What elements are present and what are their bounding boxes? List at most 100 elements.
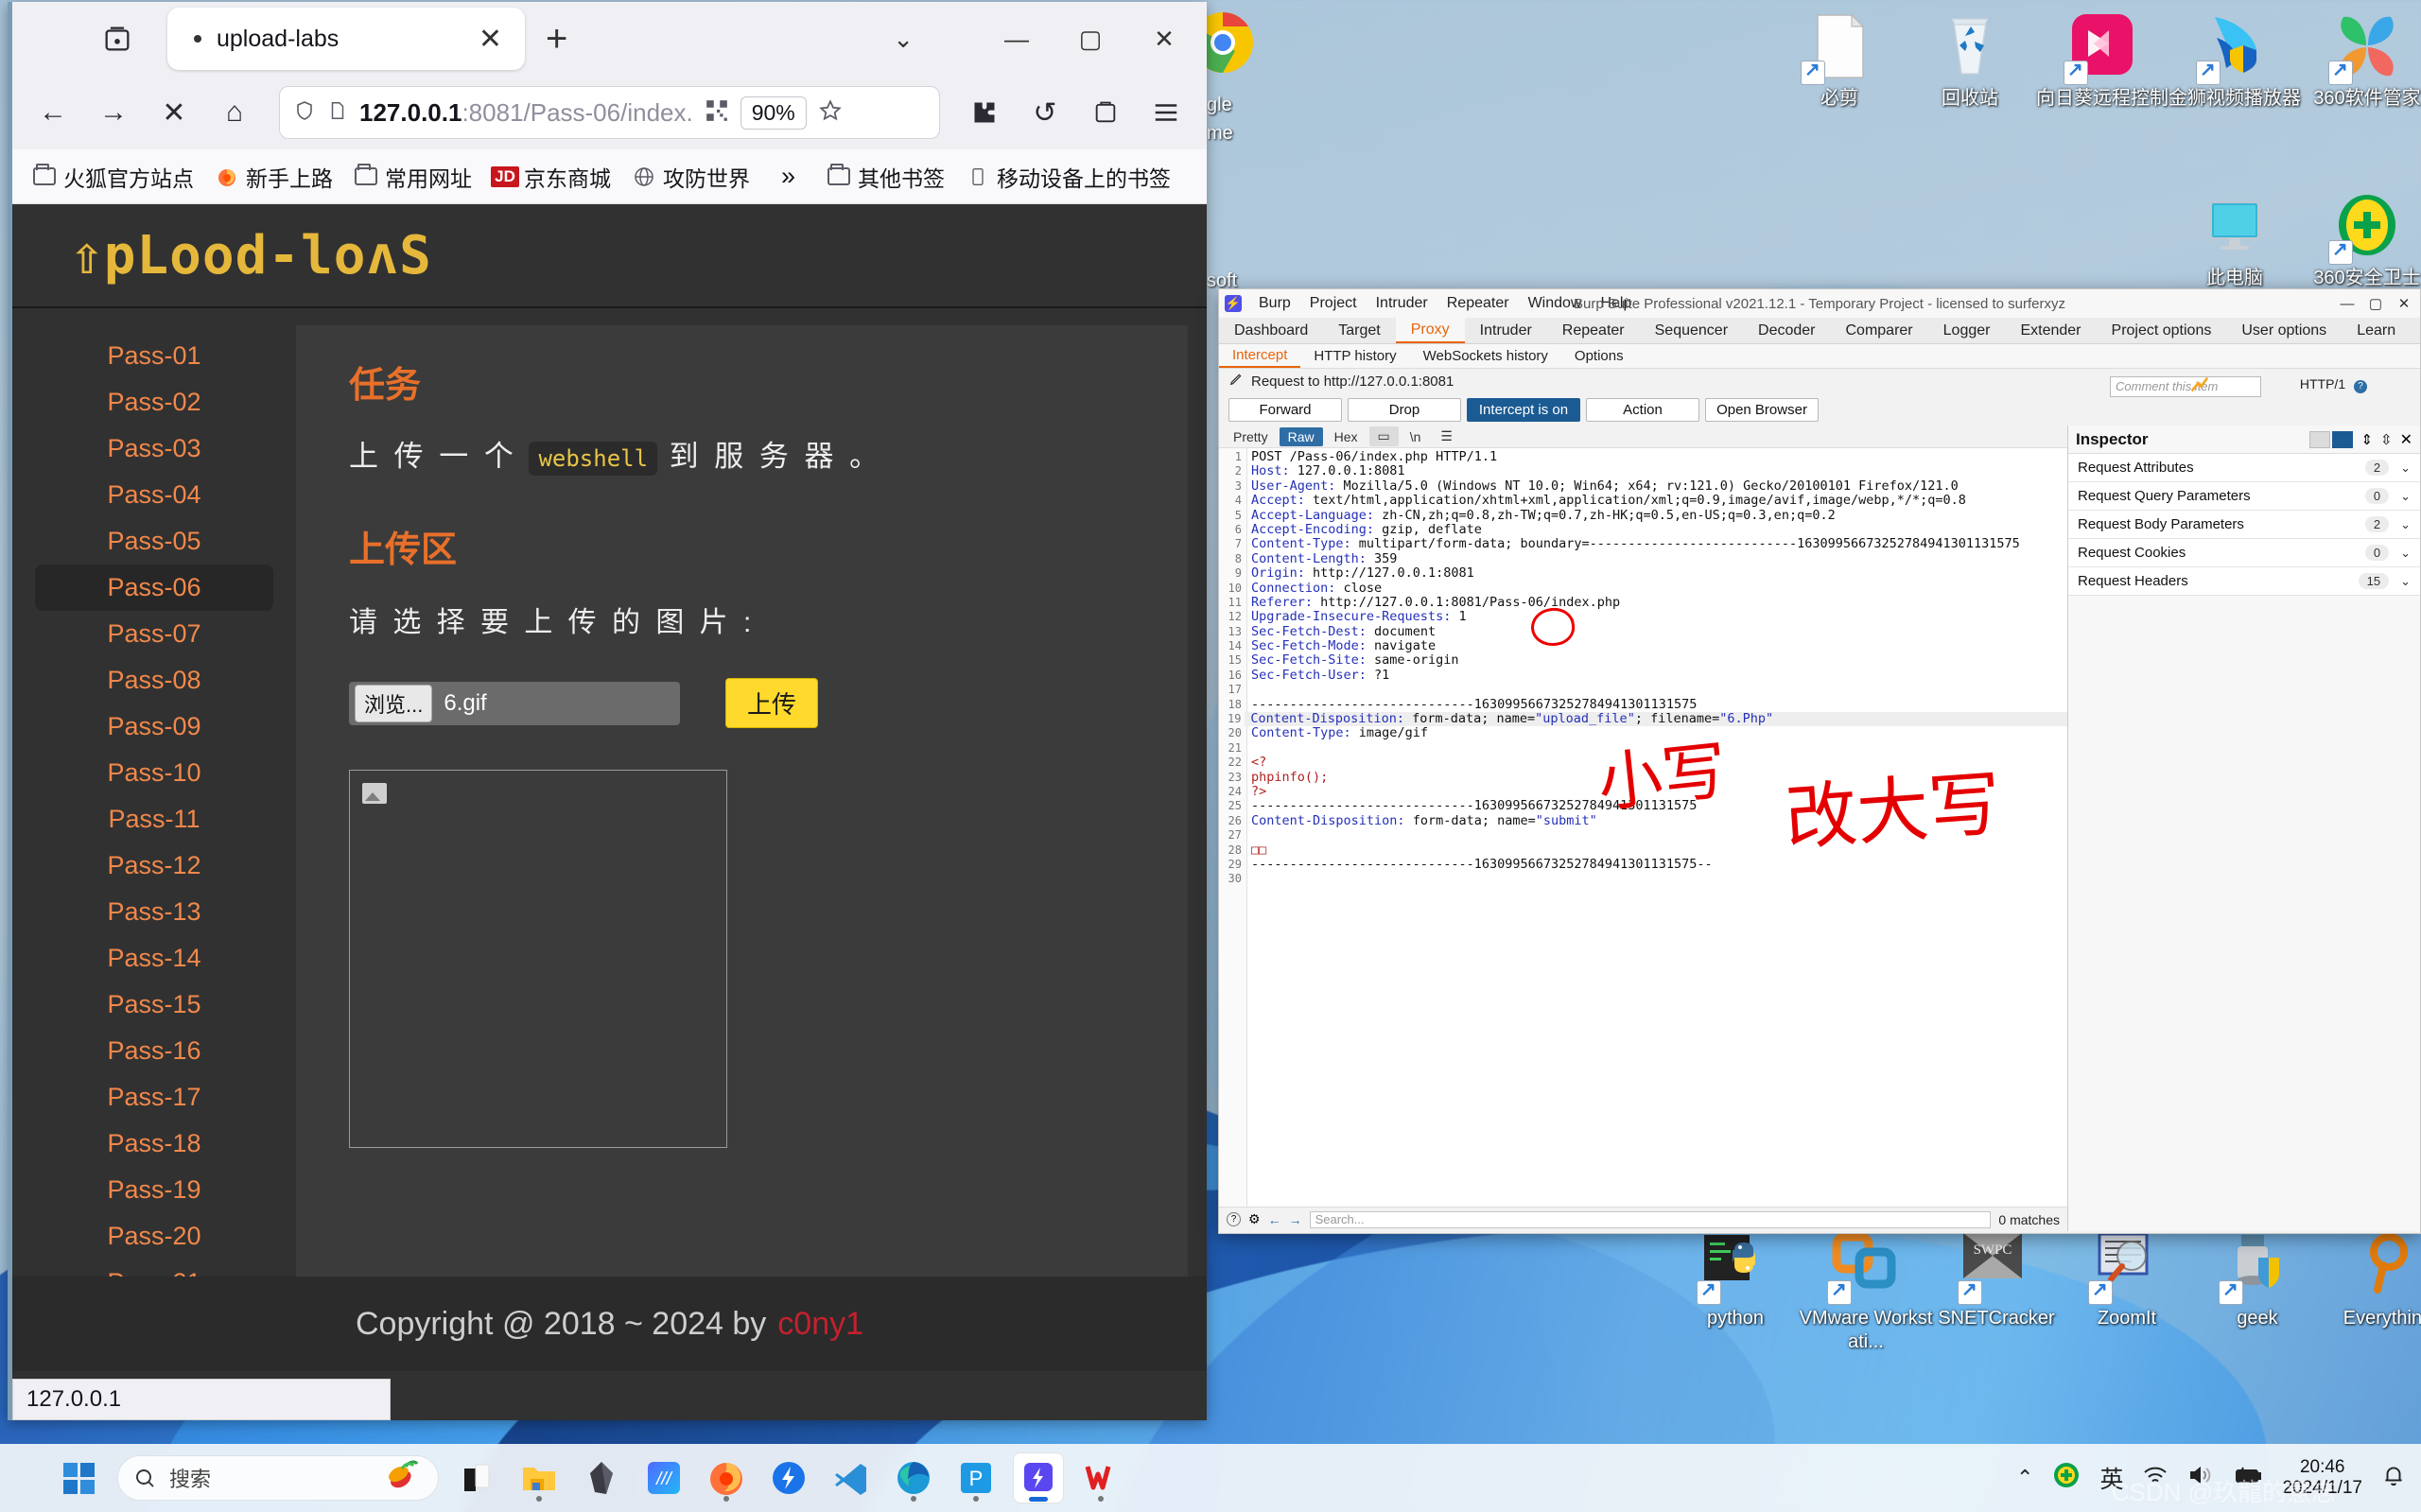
new-tab-icon[interactable]: + [546,18,567,61]
close-window-button[interactable]: ✕ [1129,2,1199,76]
tab-dashboard[interactable]: Dashboard [1219,318,1323,343]
address-bar[interactable]: 127.0.0.1:8081/Pass-06/index. 90% [279,86,940,139]
notifications-bell-icon[interactable] [2381,1463,2406,1493]
inspector-row-request-cookies[interactable]: Request Cookies 0 ⌄ [2068,539,2420,567]
upload-button[interactable]: 上传 [725,678,819,728]
expand-all-icon[interactable]: ⇕ [2360,431,2373,448]
inspector-row-request-attributes[interactable]: Request Attributes 2 ⌄ [2068,454,2420,482]
desktop-icon-recycle-bin[interactable]: 回收站 [1899,9,2041,111]
minimize-button[interactable]: — [982,2,1052,76]
menu-repeater[interactable]: Repeater [1437,293,1519,314]
desktop-icon-vmware[interactable]: VMware Workstati... [1795,1229,1937,1354]
bookmark-item[interactable]: JD 京东商城 [486,158,618,196]
start-button[interactable] [55,1453,104,1503]
menu-intruder[interactable]: Intruder [1367,293,1437,314]
back-icon[interactable]: ← [26,85,80,140]
vscode-icon[interactable] [827,1453,876,1503]
subtab-options[interactable]: Options [1561,344,1637,368]
firefox-window[interactable]: upload-labs ✕ + ⌄ — ▢ ✕ ← → ✕ ⌂ 127.0.0.… [8,2,1207,1420]
inspector-row-request-headers[interactable]: Request Headers 15 ⌄ [2068,567,2420,596]
desktop-icon-everything[interactable]: Everything [2317,1229,2421,1330]
tab-learn[interactable]: Learn [2342,318,2411,343]
chevron-down-icon[interactable]: ⌄ [2400,489,2411,504]
sidebar-item-pass-09[interactable]: Pass-09 [12,704,296,750]
tab-extender[interactable]: Extender [2005,318,2096,343]
edge-icon[interactable] [889,1453,938,1503]
drop-button[interactable]: Drop [1348,397,1461,422]
browse-button[interactable]: 浏览... [355,684,433,722]
sidebar-item-pass-04[interactable]: Pass-04 [12,472,296,518]
tab-repeater[interactable]: Repeater [1547,318,1640,343]
sidebar-item-pass-13[interactable]: Pass-13 [12,889,296,935]
sidebar-item-pass-02[interactable]: Pass-02 [12,379,296,426]
bookmark-item[interactable]: 新手上路 [208,158,340,196]
app-icon[interactable]: /// [639,1453,688,1503]
inspector-row-request-query-parameters[interactable]: Request Query Parameters 0 ⌄ [2068,482,2420,511]
file-explorer-icon[interactable] [514,1453,564,1503]
sidebar-item-pass-06[interactable]: Pass-06 [35,565,273,611]
bookmark-item[interactable]: 常用网址 [347,158,479,196]
chevron-down-icon[interactable]: ⌄ [2400,574,2411,589]
settings-gear-icon[interactable]: ⚙ [1248,1211,1261,1227]
inspector-layout-left-icon[interactable] [2309,430,2331,448]
comment-input[interactable]: Comment this item [2110,376,2261,397]
burp-icon[interactable] [1014,1453,1063,1503]
view-tab-raw[interactable]: Raw [1279,426,1323,446]
desktop-icon-360-software-manager[interactable]: 360软件管家 [2296,9,2421,111]
bookmark-item[interactable]: 攻防世界 [625,158,757,196]
burp-close-button[interactable]: ✕ [2390,290,2418,317]
sidebar-item-pass-07[interactable]: Pass-07 [12,611,296,657]
inspector-row-request-body-parameters[interactable]: Request Body Parameters 2 ⌄ [2068,511,2420,539]
sidebar-item-pass-10[interactable]: Pass-10 [12,750,296,796]
bookmark-star-icon[interactable] [818,98,843,128]
bookmark-item[interactable]: 移动设备上的书签 [959,158,1177,196]
sidebar-item-pass-11[interactable]: Pass-11 [12,796,296,843]
chevron-down-icon[interactable]: ⌄ [2400,461,2411,476]
menu-project[interactable]: Project [1300,293,1367,314]
view-tab-pretty[interactable]: Pretty [1225,427,1277,446]
desktop-icon-this-pc[interactable]: 此电脑 [2164,189,2306,290]
tab-target[interactable]: Target [1323,318,1395,343]
close-inspector-icon[interactable]: ✕ [2400,430,2412,449]
tab-decoder[interactable]: Decoder [1743,318,1830,343]
tab-user-options[interactable]: User options [2226,318,2342,343]
app-menu-icon[interactable] [1139,85,1193,140]
subtab-http-history[interactable]: HTTP history [1300,344,1409,368]
sidebar-item-pass-05[interactable]: Pass-05 [12,518,296,565]
sidebar-item-pass-19[interactable]: Pass-19 [12,1167,296,1213]
tray-expand-icon[interactable]: ⌃ [2016,1466,2033,1490]
firefox-icon[interactable] [702,1453,751,1503]
wps-icon[interactable] [1076,1453,1125,1503]
bookmark-item[interactable]: 其他书签 [820,158,951,196]
extensions-icon[interactable] [957,85,1012,140]
search-prev-icon[interactable]: ← [1268,1212,1281,1227]
menu-burp[interactable]: Burp [1249,293,1300,314]
search-input[interactable]: Search... [1309,1210,1992,1228]
desktop-icon-video-player[interactable]: 金狮视频播放器 [2164,9,2306,111]
action-button[interactable]: Action [1586,397,1699,422]
footer-author[interactable]: c0ny1 [777,1306,863,1343]
intercept-toggle-button[interactable]: Intercept is on [1467,397,1580,422]
burp-suite-window[interactable]: ⚡ Burp Project Intruder Repeater Window … [1218,288,2421,1234]
collapse-all-icon[interactable]: ⇳ [2380,431,2393,448]
sidebar-item-pass-15[interactable]: Pass-15 [12,982,296,1028]
chevron-down-icon[interactable]: ⌄ [2400,546,2411,561]
obsidian-icon[interactable] [577,1453,626,1503]
browser-tab[interactable]: upload-labs ✕ [167,8,525,70]
tab-comparer[interactable]: Comparer [1831,318,1928,343]
desktop-icon-geek[interactable]: geek [2186,1229,2328,1330]
newline-icon[interactable]: \n [1402,427,1430,446]
tab-sequencer[interactable]: Sequencer [1640,318,1743,343]
burp-maximize-button[interactable]: ▢ [2361,290,2390,317]
chevron-down-icon[interactable]: ⌄ [2400,517,2411,532]
burp-minimize-button[interactable]: — [2333,290,2361,317]
taskbar-search-box[interactable]: 搜索 [117,1455,439,1501]
home-icon[interactable]: ⌂ [207,85,262,140]
sidebar-item-pass-12[interactable]: Pass-12 [12,843,296,889]
render-toggle-icon[interactable]: ▭ [1368,426,1399,446]
inspector-highlight-icon[interactable] [2187,374,2210,400]
qr-icon[interactable] [705,98,729,128]
desktop-icon-python[interactable]: python [1664,1229,1806,1330]
sidebar-item-pass-03[interactable]: Pass-03 [12,426,296,472]
wrap-lines-icon[interactable]: ☰ [1432,426,1461,446]
